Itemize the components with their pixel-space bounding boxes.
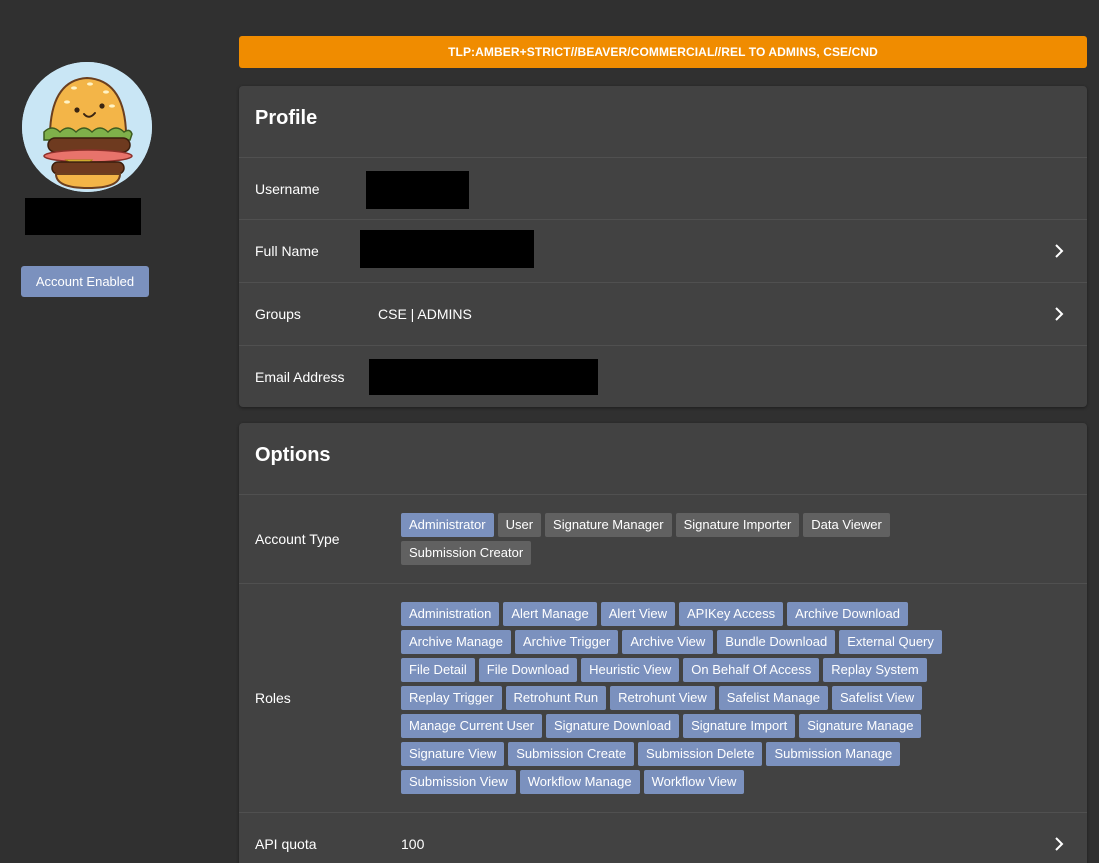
role-chip[interactable]: Archive Manage: [401, 630, 511, 654]
profile-card: Profile Username Full Name Groups CSE | …: [239, 86, 1087, 407]
role-chip[interactable]: Bundle Download: [717, 630, 836, 654]
account-type-chip[interactable]: Data Viewer: [803, 513, 890, 537]
account-type-chip[interactable]: User: [497, 513, 542, 537]
role-chip[interactable]: Heuristic View: [581, 658, 680, 682]
role-chip[interactable]: Administration: [401, 602, 500, 626]
role-chip[interactable]: Submission Delete: [638, 742, 763, 766]
role-chip[interactable]: Archive Download: [787, 602, 908, 626]
groups-label: Groups: [255, 306, 301, 322]
api-quota-value: 100: [401, 836, 425, 852]
profile-title: Profile: [239, 86, 1087, 158]
email-row: Email Address: [239, 346, 1087, 408]
role-chip[interactable]: On Behalf Of Access: [683, 658, 820, 682]
account-type-row: Account Type Administrator User Signature …: [239, 495, 1087, 584]
role-chip[interactable]: Submission Create: [508, 742, 635, 766]
username-label: Username: [255, 180, 320, 197]
role-chip[interactable]: Safelist Manage: [718, 686, 828, 710]
account-type-chip[interactable]: Administrator: [401, 513, 494, 537]
options-card: Options Account Type Administrator User Si…: [239, 423, 1087, 863]
role-chip[interactable]: Workflow View: [643, 770, 745, 794]
role-chip[interactable]: Safelist View: [832, 686, 923, 710]
role-chip[interactable]: Archive Trigger: [514, 630, 619, 654]
role-chip[interactable]: External Query: [839, 630, 942, 654]
burger-avatar-icon: [22, 62, 152, 192]
role-chip[interactable]: Replay Trigger: [401, 686, 502, 710]
redacted-email: [369, 359, 598, 395]
fullname-row[interactable]: Full Name: [239, 220, 1087, 283]
role-chip[interactable]: Submission Manage: [766, 742, 901, 766]
role-chip[interactable]: File Detail: [401, 658, 475, 682]
role-chip[interactable]: Signature Download: [546, 714, 680, 738]
classification-banner: TLP:AMBER+STRICT//BEAVER/COMMERCIAL//REL…: [239, 36, 1087, 68]
avatar[interactable]: [22, 62, 152, 192]
chevron-right-icon[interactable]: [1051, 243, 1067, 259]
account-type-chips: Administrator User Signature Manager Signat…: [401, 513, 961, 569]
groups-value: CSE | ADMINS: [378, 306, 472, 322]
role-chips: Administration Alert Manage Alert View APIK…: [401, 602, 961, 798]
role-chip[interactable]: Submission View: [401, 770, 516, 794]
username-row: Username: [239, 158, 1087, 220]
role-chip[interactable]: Signature Manage: [799, 714, 922, 738]
role-chip[interactable]: Alert View: [600, 602, 675, 626]
chevron-right-icon[interactable]: [1051, 836, 1067, 852]
role-chip[interactable]: Workflow Manage: [519, 770, 640, 794]
sidebar: Account Enabled: [0, 0, 200, 863]
roles-label: Roles: [255, 690, 291, 706]
role-chip[interactable]: Retrohunt Run: [505, 686, 607, 710]
roles-row: Roles Administration Alert Manage Alert Vi…: [239, 584, 1087, 813]
account-type-chip[interactable]: Signature Importer: [675, 513, 800, 537]
chevron-right-icon[interactable]: [1051, 306, 1067, 322]
redacted-username: [366, 171, 469, 209]
api-quota-label: API quota: [255, 836, 317, 852]
role-chip[interactable]: Replay System: [823, 658, 927, 682]
role-chip[interactable]: Signature View: [401, 742, 505, 766]
account-type-chip[interactable]: Submission Creator: [401, 541, 532, 565]
fullname-label: Full Name: [255, 243, 319, 259]
role-chip[interactable]: Signature Import: [683, 714, 796, 738]
account-enabled-button[interactable]: Account Enabled: [21, 266, 149, 297]
redacted-fullname: [360, 230, 534, 268]
user-profile-page: Account Enabled TLP:AMBER+STRICT//BEAVER…: [0, 0, 1099, 863]
role-chip[interactable]: Archive View: [622, 630, 714, 654]
role-chip[interactable]: Manage Current User: [401, 714, 542, 738]
options-title: Options: [239, 423, 1087, 495]
redacted-display-name: [25, 198, 141, 235]
role-chip[interactable]: File Download: [478, 658, 578, 682]
api-quota-row[interactable]: API quota 100: [239, 813, 1087, 863]
account-type-chip[interactable]: Signature Manager: [545, 513, 672, 537]
email-label: Email Address: [255, 369, 345, 385]
role-chip[interactable]: Retrohunt View: [610, 686, 715, 710]
groups-row[interactable]: Groups CSE | ADMINS: [239, 283, 1087, 346]
role-chip[interactable]: Alert Manage: [503, 602, 597, 626]
account-type-label: Account Type: [255, 531, 340, 547]
role-chip[interactable]: APIKey Access: [679, 602, 784, 626]
